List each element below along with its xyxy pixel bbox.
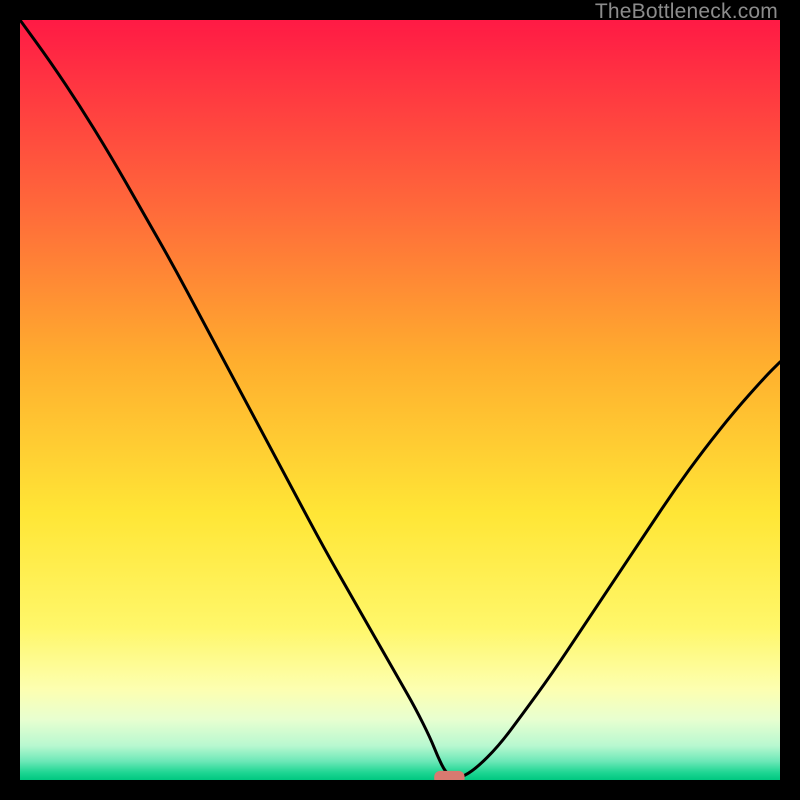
chart-svg — [20, 20, 780, 780]
optimal-marker — [434, 771, 464, 780]
plot-area — [20, 20, 780, 780]
chart-root: TheBottleneck.com — [0, 0, 800, 800]
gradient-background — [20, 20, 780, 780]
